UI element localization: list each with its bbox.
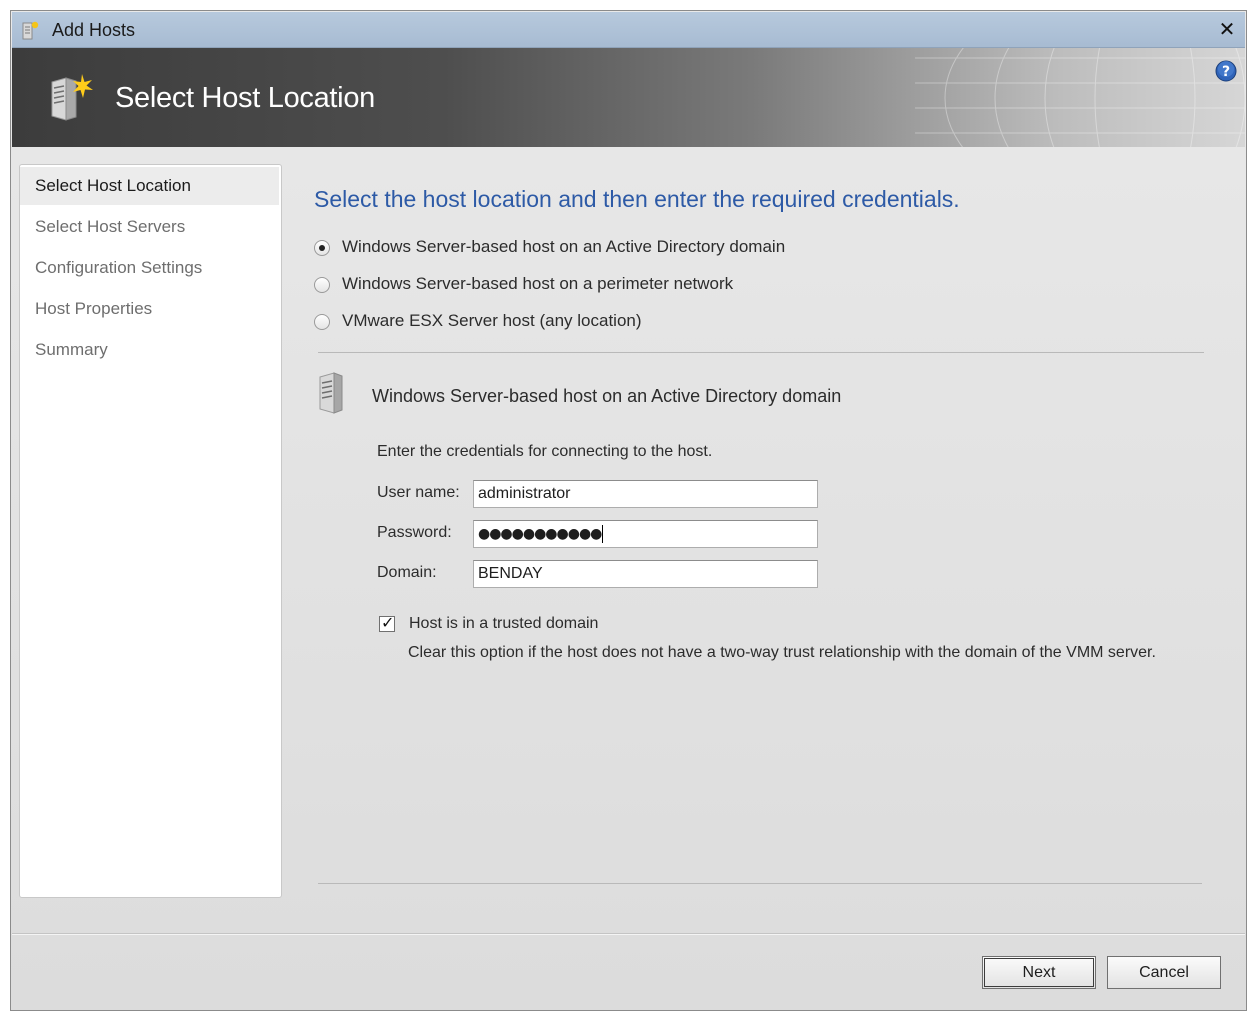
password-field[interactable]: ●●●●●●●●●●● <box>473 520 818 548</box>
wizard-banner: Select Host Location ? <box>12 48 1245 147</box>
next-button[interactable]: Next <box>982 956 1096 989</box>
password-label: Password: <box>377 524 452 541</box>
text-caret <box>602 524 604 543</box>
close-icon: ✕ <box>1218 17 1236 41</box>
page-title: Select Host Location <box>115 82 375 114</box>
cancel-button[interactable]: Cancel <box>1107 956 1221 989</box>
server-icon <box>51 74 93 121</box>
username-label: User name: <box>377 484 460 501</box>
radio-button-selected[interactable] <box>314 240 330 256</box>
divider <box>318 883 1202 884</box>
nav-item-configuration-settings[interactable]: Configuration Settings <box>20 249 279 287</box>
radio-label: Windows Server-based host on a perimeter… <box>342 274 734 293</box>
add-hosts-window: Add Hosts ✕ Select Host Location ? Selec… <box>10 10 1247 1011</box>
trusted-domain-help: Clear this option if the host does not h… <box>408 644 1156 661</box>
help-icon[interactable]: ? <box>1215 60 1237 82</box>
footer-separator-highlight <box>12 934 1245 935</box>
password-value: ●●●●●●●●●●● <box>478 526 602 542</box>
nav-item-summary[interactable]: Summary <box>20 331 279 369</box>
domain-label: Domain: <box>377 564 437 581</box>
svg-text:?: ? <box>1222 64 1230 80</box>
checkmark-icon: ✓ <box>381 613 395 632</box>
radio-button[interactable] <box>314 314 330 330</box>
trusted-domain-checkbox[interactable]: ✓ <box>379 613 395 632</box>
trusted-domain-label[interactable]: Host is in a trusted domain <box>409 615 598 633</box>
step-heading: Select the host location and then enter … <box>314 186 960 212</box>
add-host-icon <box>22 21 39 40</box>
radio-label: VMware ESX Server host (any location) <box>342 311 642 330</box>
wizard-steps-nav: Select Host Location Select Host Servers… <box>19 164 282 898</box>
divider <box>318 352 1204 353</box>
window-title: Add Hosts <box>52 20 136 40</box>
domain-field[interactable]: BENDAY <box>473 560 818 588</box>
close-button[interactable]: ✕ <box>1215 18 1239 40</box>
radio-button[interactable] <box>314 277 330 293</box>
section-title: Windows Server-based host on an Active D… <box>372 386 842 406</box>
nav-item-host-properties[interactable]: Host Properties <box>20 290 279 328</box>
nav-item-select-host-location[interactable]: Select Host Location <box>20 167 279 205</box>
title-bar[interactable]: Add Hosts ✕ <box>12 12 1245 48</box>
nav-item-select-host-servers[interactable]: Select Host Servers <box>20 208 279 246</box>
credentials-intro: Enter the credentials for connecting to … <box>377 443 713 460</box>
username-field[interactable]: administrator <box>473 480 818 508</box>
server-small-icon <box>319 372 343 414</box>
banner-globe-pattern <box>915 48 1245 147</box>
radio-label: Windows Server-based host on an Active D… <box>342 237 786 256</box>
